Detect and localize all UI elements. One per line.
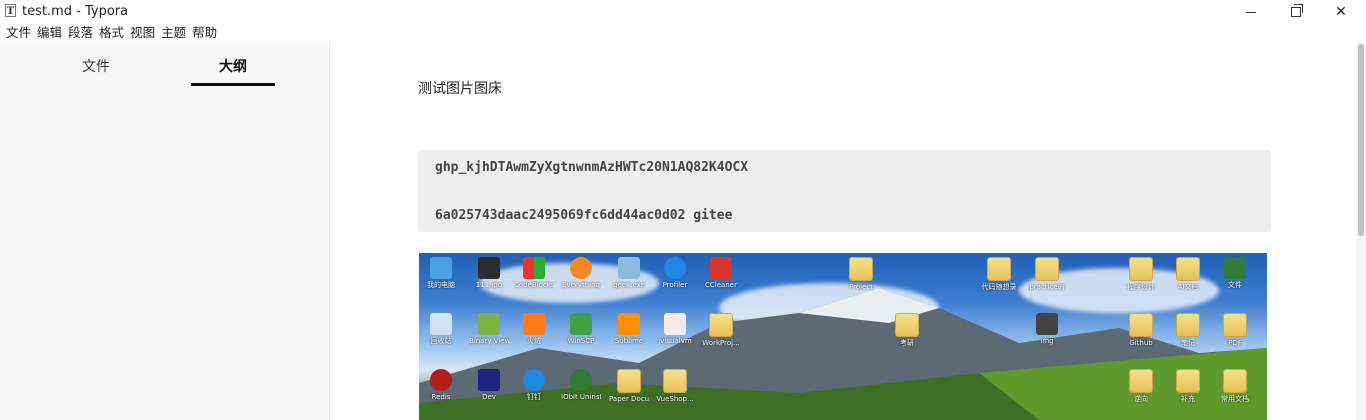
code-line: 6a025743daac2495069fc6dd44ac0d02 gitee (435, 208, 733, 223)
desktop-icon[interactable]: IObit Uninstaller (561, 369, 601, 401)
folder-icon (709, 313, 733, 337)
desktop-icon[interactable]: 文件 (1215, 257, 1255, 289)
desktop-icon[interactable]: 回收站 (421, 313, 461, 345)
desktop-icon[interactable]: 逆向 (1121, 369, 1161, 403)
desktop-icon[interactable]: WinSCP (561, 313, 601, 345)
desktop-icon[interactable]: AI文档 (1168, 257, 1208, 291)
desktop-icon[interactable]: jvisualvm (655, 313, 695, 345)
minimize-button[interactable] (1228, 0, 1274, 24)
menu-paragraph[interactable]: 段落 (62, 24, 93, 42)
folder-icon (987, 257, 1011, 281)
menu-help[interactable]: 帮助 (186, 24, 217, 42)
desktop-icon[interactable]: 钉钉 (514, 369, 554, 401)
folder-icon (895, 313, 919, 337)
excel-file-icon (1224, 257, 1246, 279)
everything-icon (570, 257, 592, 279)
desktop-icon[interactable]: Sublime (609, 313, 649, 345)
sidebar: 文件 大纲 (0, 42, 330, 420)
folder-icon (1223, 369, 1247, 393)
desktop-icon[interactable]: 考研 (887, 313, 927, 347)
close-icon: ✕ (1335, 4, 1347, 20)
desktop-icon[interactable]: practice的 (1027, 257, 1067, 291)
folder-icon (1035, 257, 1059, 281)
desktop-icon[interactable]: Dev (469, 369, 509, 401)
desktop-icon[interactable]: 火绒 (514, 313, 554, 345)
menu-view[interactable]: 视图 (124, 24, 155, 42)
restore-icon (1291, 4, 1303, 17)
binary-viewer-icon (478, 313, 500, 335)
desktop-icon[interactable]: PDF (1215, 313, 1255, 347)
folder-icon (663, 369, 687, 393)
close-button[interactable]: ✕ (1318, 0, 1364, 24)
restore-button[interactable] (1273, 0, 1319, 24)
folder-icon (1176, 369, 1200, 393)
title-bar: T test.md - Typora ✕ (0, 0, 1366, 24)
image-file-icon (478, 257, 500, 279)
folder-icon (1129, 257, 1153, 281)
desktop-icon[interactable]: 补充 (1168, 369, 1208, 403)
computer-icon (430, 257, 452, 279)
sublime-icon (618, 313, 640, 335)
ccleaner-icon (710, 257, 732, 279)
huorong-icon (523, 313, 545, 335)
code-line: ghp_kjhDTAwmZyXgtnwnmAzHWTc20N1AQ82K4OCX (435, 160, 749, 175)
desktop-screenshot-image[interactable]: 我的电脑 111.jpg CodeBlocks Everything geek.… (419, 253, 1267, 420)
tab-files[interactable]: 文件 (54, 58, 138, 76)
desktop-icon[interactable]: 111.jpg (469, 257, 509, 289)
winscp-icon (570, 313, 592, 335)
desktop-icon[interactable]: geek.exe (609, 257, 649, 289)
active-tab-indicator (191, 83, 275, 86)
desktop-icon[interactable]: 代码随想录 (979, 257, 1019, 291)
desktop-icon[interactable]: Redis (421, 369, 461, 401)
desktop-icon[interactable]: Binary Viewer (469, 313, 509, 345)
desktop-icon[interactable]: img (1027, 313, 1067, 345)
scrollbar-thumb[interactable] (1358, 44, 1364, 236)
folder-icon (1129, 369, 1153, 393)
desktop-icon[interactable]: VueShop... (655, 369, 695, 403)
folder-icon (1176, 257, 1200, 281)
window-title: test.md - Typora (22, 4, 129, 19)
jvisualvm-icon (664, 313, 686, 335)
desktop-icon[interactable]: Paper Document (609, 369, 649, 403)
minimize-icon (1246, 11, 1256, 13)
recycle-bin-icon (430, 313, 452, 335)
menu-theme[interactable]: 主题 (155, 24, 186, 42)
folder-icon (617, 369, 641, 393)
menu-bar: 文件 编辑 段落 格式 视图 主题 帮助 (0, 24, 217, 42)
desktop-icon[interactable]: 常用文档 (1215, 369, 1255, 403)
iobit-icon (570, 369, 592, 391)
tab-outline[interactable]: 大纲 (191, 58, 275, 76)
redis-icon (430, 369, 452, 391)
desktop-icon[interactable]: Project (841, 257, 881, 291)
codeblocks-icon (523, 257, 545, 279)
profiler-icon (664, 257, 686, 279)
desktop-icon[interactable]: 我的电脑 (421, 257, 461, 289)
menu-edit[interactable]: 编辑 (31, 24, 62, 42)
folder-icon (1129, 313, 1153, 337)
desktop-icon[interactable]: 笔记 (1168, 313, 1208, 347)
folder-icon (1176, 313, 1200, 337)
dev-cpp-icon (478, 369, 500, 391)
folder-icon (849, 257, 873, 281)
desktop-icon[interactable]: Profiler (655, 257, 695, 289)
desktop-icon[interactable]: CCleaner (701, 257, 741, 289)
folder-icon (1223, 313, 1247, 337)
code-block[interactable]: ghp_kjhDTAwmZyXgtnwnmAzHWTc20N1AQ82K4OCX… (418, 150, 1271, 232)
folder-icon (1036, 313, 1058, 335)
vertical-scrollbar[interactable] (1356, 42, 1366, 420)
desktop-icon[interactable]: 程序设计 (1121, 257, 1161, 291)
document-heading[interactable]: 测试图片图床 (418, 80, 502, 98)
desktop-icon[interactable]: Everything (561, 257, 601, 289)
desktop-icon[interactable]: CodeBlocks (514, 257, 554, 289)
desktop-icon[interactable]: WorkProj... (701, 313, 741, 347)
typora-app-icon: T (5, 4, 16, 17)
menu-format[interactable]: 格式 (93, 24, 124, 42)
geek-icon (618, 257, 640, 279)
dingtalk-icon (523, 369, 545, 391)
editor-area[interactable]: 测试图片图床 ghp_kjhDTAwmZyXgtnwnmAzHWTc20N1AQ… (330, 42, 1356, 420)
menu-file[interactable]: 文件 (0, 24, 31, 42)
desktop-icon[interactable]: Github (1121, 313, 1161, 347)
